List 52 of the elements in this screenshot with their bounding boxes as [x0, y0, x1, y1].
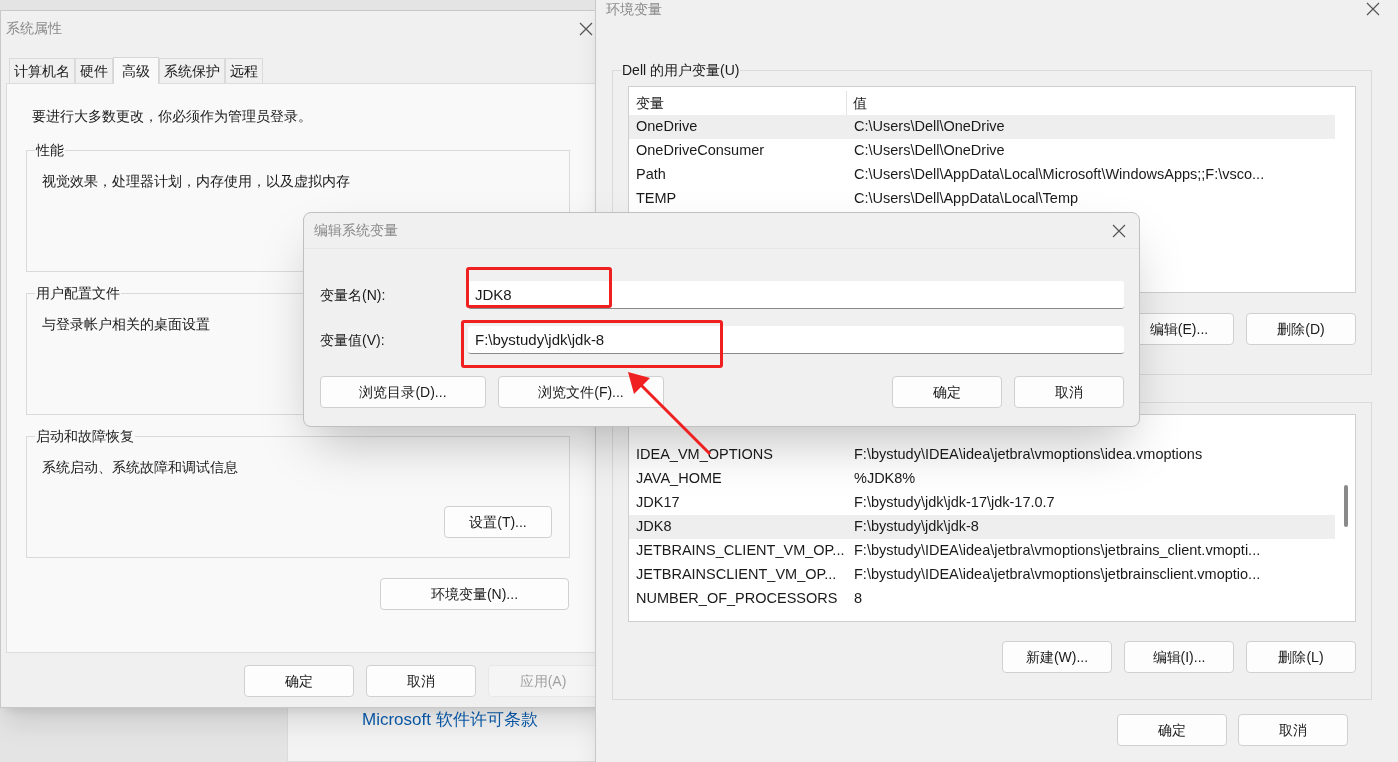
button[interactable]: 取消	[1014, 376, 1124, 408]
tab[interactable]: 远程	[225, 58, 263, 83]
license-link[interactable]: Microsoft 软件许可条款	[362, 707, 538, 733]
button[interactable]: 确定	[244, 665, 354, 697]
field-label: 变量名(N):	[320, 285, 387, 305]
button[interactable]: 删除(L)	[1246, 641, 1356, 673]
list-row[interactable]: OneDrive C:\Users\Dell\OneDrive	[629, 115, 1335, 139]
list-row[interactable]: OneDriveConsumer C:\Users\Dell\OneDrive	[629, 139, 1335, 163]
button[interactable]: 取消	[366, 665, 476, 697]
button: 应用(A)	[488, 665, 598, 697]
button[interactable]: 删除(D)	[1246, 313, 1356, 345]
list-row[interactable]: JDK8 F:\bystudy\jdk\jdk-8	[629, 515, 1335, 539]
list-row[interactable]: JDK17 F:\bystudy\jdk\jdk-17\jdk-17.0.7	[629, 491, 1335, 515]
tab[interactable]: 硬件	[75, 58, 113, 83]
text-field[interactable]: F:\bystudy\jdk\jdk-8	[468, 326, 1124, 354]
group-description: 与登录帐户相关的桌面设置	[42, 315, 211, 334]
list-row[interactable]: NUMBER_OF_PROCESSORS 8	[629, 587, 1335, 611]
list-row[interactable]: JETBRAINSCLIENT_VM_OP... F:\bystudy\IDEA\idea\jetbra\vmoptions\jetbrainsclient.vmoptio...	[629, 563, 1335, 587]
field-label: 变量值(V):	[320, 330, 386, 350]
button[interactable]: 环境变量(N)...	[380, 578, 569, 610]
list-row[interactable]: TEMP C:\Users\Dell\AppData\Local\Temp	[629, 187, 1335, 211]
window-title: 编辑系统变量	[314, 221, 398, 240]
group-title: 用户配置文件	[35, 284, 121, 302]
list-row[interactable]: JAVA_HOME %JDK8%	[629, 467, 1335, 491]
group-title: 性能	[35, 141, 65, 159]
group-description: 视觉效果，处理器计划，内存使用，以及虚拟内存	[42, 172, 351, 191]
tab[interactable]: 系统保护	[159, 58, 225, 83]
text-field[interactable]: JDK8	[468, 281, 1124, 309]
window-title: 系统属性	[6, 19, 62, 38]
button[interactable]: 确定	[1117, 714, 1227, 746]
note-text: 要进行大多数更改，你必须作为管理员登录。	[32, 107, 313, 126]
button[interactable]: 确定	[892, 376, 1002, 408]
window-title: 环境变量	[606, 0, 662, 18]
list-row[interactable]: Path C:\Users\Dell\AppData\Local\Microsoft\WindowsApps;;F:\vsco...	[629, 163, 1335, 187]
group-title: Dell 的用户变量(U)	[621, 61, 741, 79]
group-title: 启动和故障恢复	[35, 427, 135, 445]
tab[interactable]: 高级	[113, 57, 159, 84]
column-header[interactable]: 值	[847, 91, 1335, 115]
scrollbar-thumb[interactable]	[1344, 485, 1348, 527]
close-icon[interactable]	[1112, 223, 1126, 238]
button[interactable]: 浏览文件(F)...	[498, 376, 664, 408]
button[interactable]: 编辑(I)...	[1124, 641, 1234, 673]
group-description: 系统启动、系统故障和调试信息	[42, 458, 239, 477]
button[interactable]: 新建(W)...	[1002, 641, 1112, 673]
list-row[interactable]: JETBRAINS_CLIENT_VM_OP... F:\bystudy\IDEA\idea\jetbra\vmoptions\jetbrains_client.vmopti...	[629, 539, 1335, 563]
close-icon[interactable]	[579, 21, 593, 36]
button[interactable]: 设置(T)...	[444, 506, 552, 538]
button[interactable]: 取消	[1238, 714, 1348, 746]
tab[interactable]: 计算机名	[9, 58, 75, 83]
button[interactable]: 浏览目录(D)...	[320, 376, 486, 408]
list-row[interactable]: IDEA_VM_OPTIONS F:\bystudy\IDEA\idea\jetbra\vmoptions\idea.vmoptions	[629, 443, 1335, 467]
close-icon[interactable]	[1366, 2, 1380, 16]
